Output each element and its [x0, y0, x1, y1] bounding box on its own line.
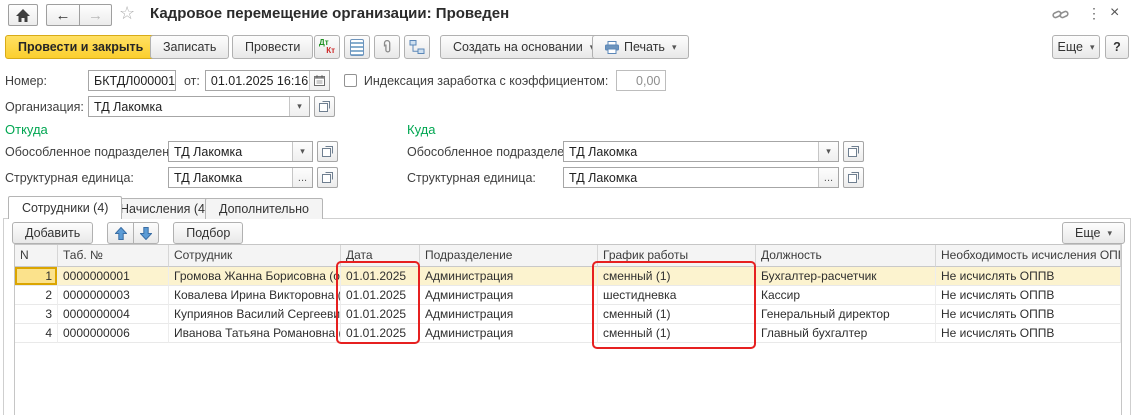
date-input[interactable]: 01.01.2025 16:16:16: [205, 70, 330, 91]
table-row[interactable]: 4 0000000006 Иванова Татьяна Романовна (…: [15, 324, 1121, 343]
document-window: ← → ☆ Кадровое перемещение организации: …: [0, 0, 1138, 415]
register-records-button[interactable]: [344, 35, 370, 59]
col-header-tab-no[interactable]: Таб. №: [58, 245, 169, 267]
open-organization-button[interactable]: [314, 96, 335, 117]
post-button[interactable]: Провести: [232, 35, 313, 59]
chevron-down-icon[interactable]: ▾: [289, 97, 309, 116]
close-icon[interactable]: ×: [1110, 4, 1119, 22]
date-label: от:: [184, 74, 200, 88]
organization-input[interactable]: ТД Лакомка ▾: [88, 96, 310, 117]
arrow-down-icon: [140, 227, 152, 240]
indexation-checkbox[interactable]: [344, 74, 357, 87]
post-and-close-button[interactable]: Провести и закрыть: [5, 35, 156, 59]
history-nav: ← →: [46, 4, 112, 26]
hierarchy-icon: [409, 40, 425, 54]
open-form-icon: [319, 101, 330, 112]
home-icon: [16, 9, 30, 22]
number-label: Номер:: [5, 74, 88, 88]
col-header-oppv[interactable]: Необходимость исчисления ОППВ: [936, 245, 1121, 267]
chevron-down-icon: ▾: [672, 42, 677, 53]
table-row[interactable]: 2 0000000003 Ковалева Ирина Викторовна (…: [15, 286, 1121, 305]
move-row-group: [107, 222, 159, 244]
back-button[interactable]: ←: [46, 4, 79, 26]
move-up-button[interactable]: [107, 222, 133, 244]
command-bar: Провести и закрыть Записать Провести ДтК…: [0, 33, 1138, 61]
title-bar: ← → ☆ Кадровое перемещение организации: …: [0, 0, 1138, 30]
choose-button[interactable]: ...: [292, 168, 312, 187]
from-separate-division-label: Обособленное подразделение:: [5, 145, 168, 159]
to-separate-division-input[interactable]: ТД Лакомка ▾: [563, 141, 839, 162]
attachments-button[interactable]: [374, 35, 400, 59]
open-to-division-button[interactable]: [843, 141, 864, 162]
print-button[interactable]: Печать▾: [592, 35, 689, 59]
to-separate-division-label: Обособленное подразделение:: [407, 145, 563, 159]
tab-additional[interactable]: Дополнительно: [205, 198, 323, 219]
home-button[interactable]: [8, 4, 38, 26]
favorite-star-icon[interactable]: ☆: [119, 3, 135, 24]
indexation-coefficient-input: 0,00: [616, 70, 666, 91]
col-header-date[interactable]: Дата: [341, 245, 420, 267]
page-title: Кадровое перемещение организации: Провед…: [150, 5, 509, 22]
to-structural-unit-label: Структурная единица:: [407, 171, 563, 185]
chevron-down-icon[interactable]: ▾: [818, 142, 838, 161]
table-toolbar: Добавить Подбор: [12, 222, 243, 244]
open-form-icon: [848, 172, 859, 183]
help-button[interactable]: ?: [1105, 35, 1129, 59]
get-link-icon[interactable]: [1052, 7, 1069, 25]
arrow-up-icon: [115, 227, 127, 240]
create-based-on-button[interactable]: Создать на основании▾: [440, 35, 607, 59]
from-structural-unit-label: Структурная единица:: [5, 171, 168, 185]
from-separate-division-input[interactable]: ТД Лакомка ▾: [168, 141, 313, 162]
indexation-label: Индексация заработка с коэффициентом:: [364, 74, 608, 88]
move-down-button[interactable]: [133, 222, 159, 244]
more-button-top[interactable]: Еще▾: [1052, 35, 1100, 59]
menu-dots-icon[interactable]: ⋮: [1087, 5, 1101, 22]
col-header-schedule[interactable]: График работы: [598, 245, 756, 267]
open-from-division-button[interactable]: [317, 141, 338, 162]
organization-row: Организация: ТД Лакомка ▾: [5, 96, 335, 117]
organization-label: Организация:: [5, 100, 88, 114]
number-input[interactable]: БКТДЛ000001: [88, 70, 176, 91]
employees-panel: Добавить Подбор Еще▾ N Таб. № Сотрудник …: [3, 218, 1131, 415]
to-separate-division-row: Обособленное подразделение: ТД Лакомка ▾: [407, 141, 864, 162]
printer-icon: [605, 41, 619, 54]
pick-button[interactable]: Подбор: [173, 222, 243, 244]
write-button[interactable]: Записать: [150, 35, 229, 59]
col-header-position[interactable]: Должность: [756, 245, 936, 267]
to-structural-unit-input[interactable]: ТД Лакомка ...: [563, 167, 839, 188]
paperclip-icon: [381, 40, 394, 55]
open-form-icon: [322, 172, 333, 183]
col-header-employee[interactable]: Сотрудник: [169, 245, 341, 267]
list-icon: [350, 39, 364, 56]
open-form-icon: [848, 146, 859, 157]
number-date-row: Номер: БКТДЛ000001 от: 01.01.2025 16:16:…: [5, 70, 666, 91]
choose-button[interactable]: ...: [818, 168, 838, 187]
open-from-unit-button[interactable]: [317, 167, 338, 188]
to-section-title: Куда: [407, 122, 435, 137]
col-header-n[interactable]: N: [15, 245, 58, 267]
chevron-down-icon: ▾: [1107, 228, 1112, 239]
from-structural-unit-input[interactable]: ТД Лакомка ...: [168, 167, 313, 188]
dtkt-icon: ДтКт: [319, 39, 335, 55]
from-separate-division-row: Обособленное подразделение: ТД Лакомка ▾: [5, 141, 338, 162]
table-row[interactable]: 3 0000000004 Куприянов Василий Сергеевич…: [15, 305, 1121, 324]
open-form-icon: [322, 146, 333, 157]
forward-button[interactable]: →: [79, 4, 112, 26]
dtkt-postings-button[interactable]: ДтКт: [314, 35, 340, 59]
col-header-department[interactable]: Подразделение: [420, 245, 598, 267]
add-row-button[interactable]: Добавить: [12, 222, 93, 244]
table-row[interactable]: 1 0000000001 Громова Жанна Борисовна (ос…: [15, 267, 1121, 286]
tab-employees[interactable]: Сотрудники (4): [8, 196, 122, 219]
calendar-icon[interactable]: [309, 71, 329, 90]
chevron-down-icon: ▾: [1090, 42, 1095, 53]
to-structural-unit-row: Структурная единица: ТД Лакомка ...: [407, 167, 864, 188]
employees-table[interactable]: N Таб. № Сотрудник Дата Подразделение Гр…: [14, 244, 1122, 415]
from-section-title: Откуда: [5, 122, 48, 137]
more-button-table[interactable]: Еще▾: [1062, 222, 1125, 244]
structure-button[interactable]: [404, 35, 430, 59]
chevron-down-icon[interactable]: ▾: [292, 142, 312, 161]
from-structural-unit-row: Структурная единица: ТД Лакомка ...: [5, 167, 338, 188]
open-to-unit-button[interactable]: [843, 167, 864, 188]
table-header-row: N Таб. № Сотрудник Дата Подразделение Гр…: [15, 245, 1121, 267]
